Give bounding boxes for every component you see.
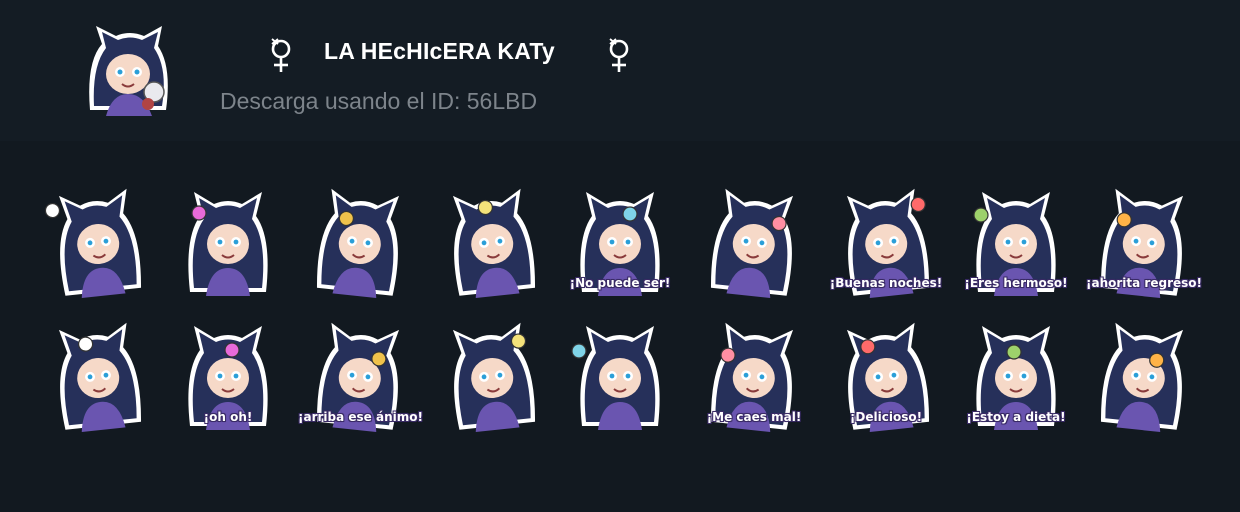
ukulele-sticker[interactable] [692, 176, 816, 298]
venus-symbol-icon [604, 36, 634, 74]
sticker-caption: ¡oh oh! [203, 410, 253, 424]
oh-oh-sticker[interactable]: ¡oh oh! [166, 310, 290, 432]
sticker-caption: ¡Delicioso! [849, 410, 923, 424]
sticker-caption: ¡Eres hermoso! [964, 276, 1068, 290]
sticker-caption: ¡arriba ese ánimo! [298, 410, 423, 424]
blush-sticker[interactable]: ¡Eres hermoso! [954, 176, 1078, 298]
title-row: LA HEcHIcERA KATy [266, 36, 646, 76]
sticker-caption: ¡Estoy a dieta! [966, 410, 1066, 424]
sword-sticker[interactable] [166, 176, 290, 298]
swimming-sticker[interactable] [36, 310, 160, 432]
delicious-sticker[interactable]: ¡Delicioso! [824, 310, 948, 432]
sticker-caption: ¡ahorita regreso! [1086, 276, 1202, 290]
question-sticker[interactable] [36, 176, 160, 298]
diet-crying-sticker[interactable]: ¡Estoy a dieta! [954, 310, 1078, 432]
heart-hands-sticker[interactable] [430, 176, 554, 298]
pompoms-sticker[interactable]: ¡arriba ese ánimo! [298, 310, 423, 432]
broom-flying-sticker[interactable]: ¡ahorita regreso! [1082, 176, 1206, 298]
sweeping-sticker[interactable] [1082, 310, 1206, 432]
pack-header: LA HEcHIcERA KATy Descarga usando el ID:… [0, 0, 1240, 141]
download-id-text: Descarga usando el ID: 56LBD [220, 88, 538, 114]
pack-avatar [82, 22, 176, 118]
sticker-caption: ¡No puede ser! [569, 276, 671, 290]
sticker-caption: ¡Buenas noches! [829, 276, 943, 290]
sticker-grid: ¡No puede ser! ¡Buenas noches! ¡Eres hermo… [36, 176, 1206, 436]
scared-sticker[interactable] [298, 176, 422, 298]
grumpy-sticker[interactable]: ¡Me caes mal! [692, 310, 816, 432]
venus-symbol-icon [266, 36, 296, 74]
chef-cooking-sticker[interactable] [558, 310, 682, 432]
shocked-sticker[interactable] [430, 310, 554, 432]
pack-title: LA HEcHIcERA KATy [324, 38, 555, 64]
angry-sticker[interactable]: ¡No puede ser! [558, 176, 682, 298]
moon-sleep-sticker[interactable]: ¡Buenas noches! [824, 176, 948, 298]
sticker-caption: ¡Me caes mal! [706, 410, 802, 424]
